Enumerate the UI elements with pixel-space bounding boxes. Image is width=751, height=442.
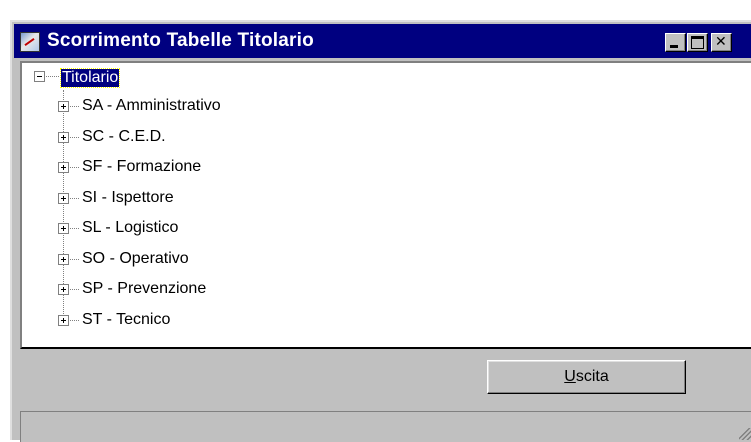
tree-root-label[interactable]: Titolario bbox=[59, 68, 121, 88]
tree-connector bbox=[70, 137, 79, 139]
resize-grip-icon[interactable] bbox=[739, 428, 751, 440]
tree-connector bbox=[70, 198, 79, 200]
tree-item-label: SF - Formazione bbox=[82, 158, 202, 175]
tree-item-label: SI - Ispettore bbox=[82, 189, 174, 206]
titolario-tree[interactable]: Titolario SA - Amministrativo SC - C.E.D.… bbox=[20, 61, 751, 349]
exit-mnemonic: U bbox=[564, 368, 576, 385]
tree-connector bbox=[70, 320, 79, 322]
expand-icon[interactable] bbox=[58, 254, 69, 265]
expand-icon[interactable] bbox=[58, 162, 69, 173]
expand-icon[interactable] bbox=[58, 284, 69, 295]
tree-connector bbox=[70, 259, 79, 261]
tree-connector bbox=[46, 76, 59, 78]
button-panel: Uscita bbox=[20, 349, 751, 407]
tree-item[interactable]: SO - Operativo bbox=[22, 247, 422, 271]
tree-connector bbox=[70, 167, 79, 169]
tree-item-label: SC - C.E.D. bbox=[82, 128, 166, 145]
expand-icon[interactable] bbox=[58, 193, 69, 204]
tree-item-label: SP - Prevenzione bbox=[82, 280, 207, 297]
tree-item-label: SO - Operativo bbox=[82, 250, 189, 267]
app-icon[interactable] bbox=[20, 32, 40, 52]
tree-item-label: SA - Amministrativo bbox=[82, 97, 221, 114]
tree-item[interactable]: SC - C.E.D. bbox=[22, 125, 422, 149]
tree-connector bbox=[70, 106, 79, 108]
tree-connector bbox=[70, 289, 79, 291]
tree-item[interactable]: SA - Amministrativo bbox=[22, 94, 422, 118]
expand-icon[interactable] bbox=[58, 132, 69, 143]
tree-item[interactable]: SF - Formazione bbox=[22, 155, 422, 179]
tree-item[interactable]: ST - Tecnico bbox=[22, 308, 422, 332]
expand-icon[interactable] bbox=[58, 101, 69, 112]
main-window: Scorrimento Tabelle Titolario Titolario … bbox=[10, 20, 751, 442]
tree-root-node[interactable]: Titolario bbox=[22, 65, 322, 89]
close-icon[interactable] bbox=[711, 33, 732, 52]
tree-connector bbox=[70, 228, 79, 230]
maximize-icon[interactable] bbox=[687, 33, 708, 52]
expand-icon[interactable] bbox=[58, 315, 69, 326]
status-bar bbox=[20, 411, 751, 442]
tree-item-label: SL - Logistico bbox=[82, 219, 179, 236]
expand-icon[interactable] bbox=[58, 223, 69, 234]
exit-label-rest: scita bbox=[575, 368, 609, 385]
exit-button[interactable]: Uscita bbox=[487, 360, 686, 394]
title-bar[interactable]: Scorrimento Tabelle Titolario bbox=[14, 24, 751, 58]
tree-item[interactable]: SL - Logistico bbox=[22, 216, 422, 240]
minimize-icon[interactable] bbox=[665, 33, 686, 52]
window-title: Scorrimento Tabelle Titolario bbox=[47, 30, 314, 51]
tree-item[interactable]: SI - Ispettore bbox=[22, 186, 422, 210]
tree-item-label: ST - Tecnico bbox=[82, 311, 171, 328]
tree-item[interactable]: SP - Prevenzione bbox=[22, 277, 422, 301]
collapse-icon[interactable] bbox=[34, 71, 45, 82]
